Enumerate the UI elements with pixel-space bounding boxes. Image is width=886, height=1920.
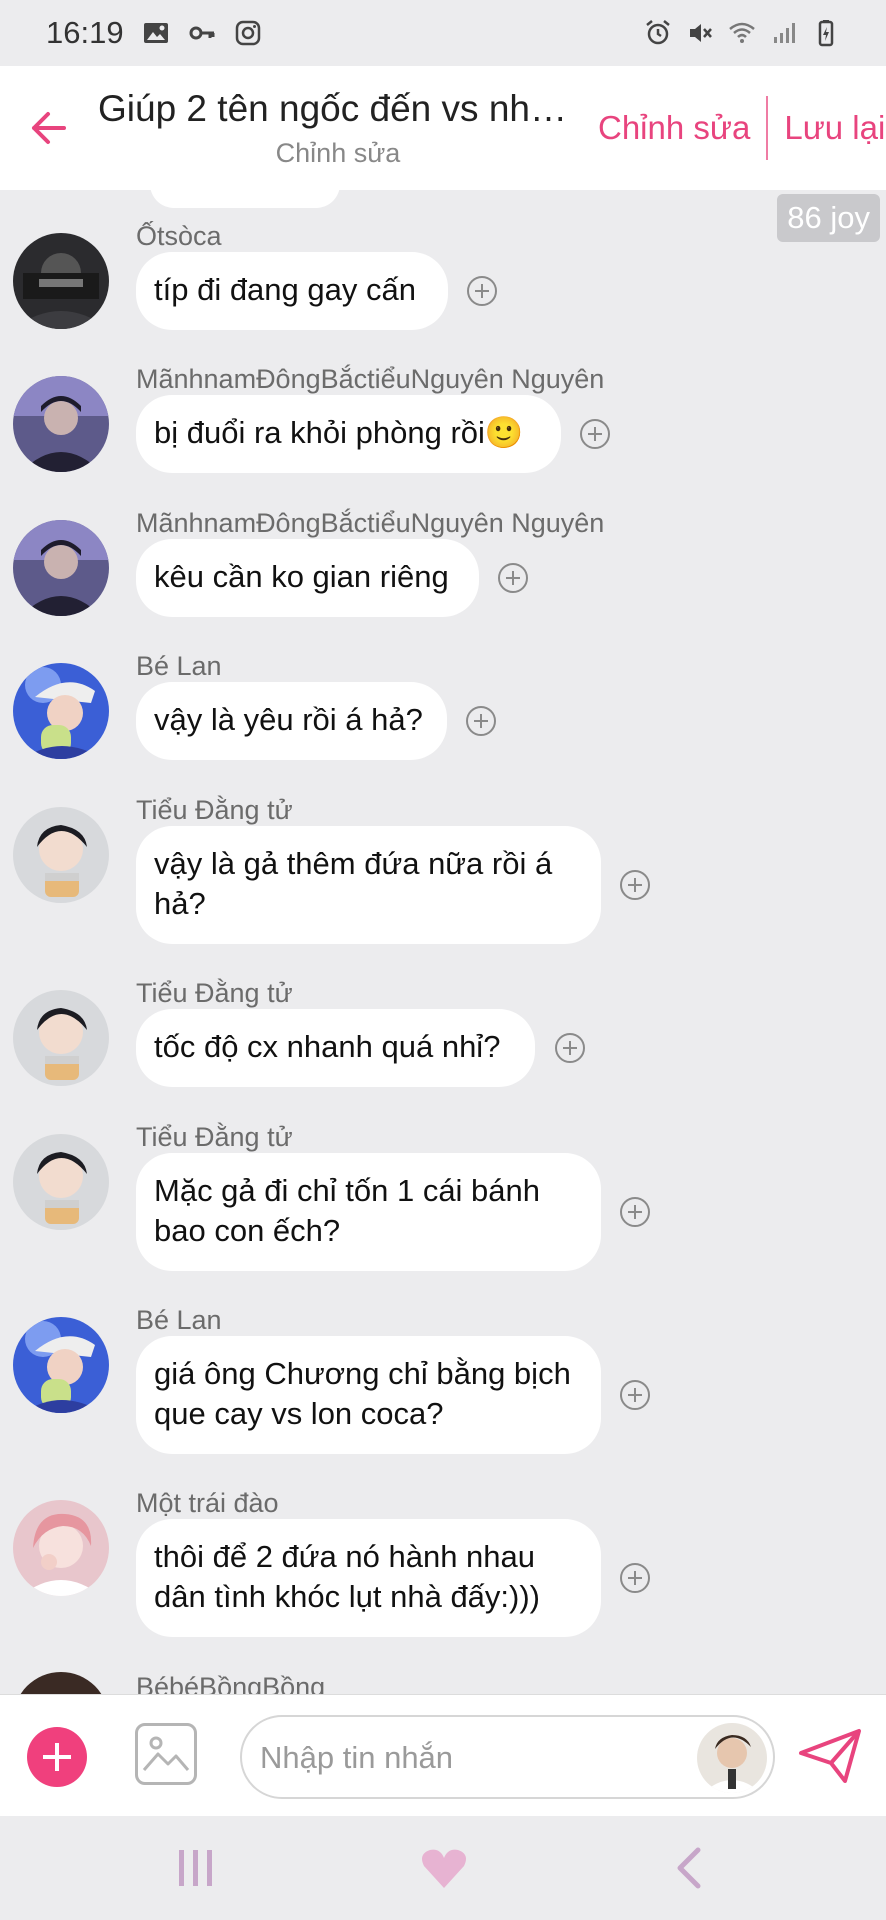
chat-area[interactable]: 86 joy Ốtsòca típ đi đang gay cấn Mãnhna… — [0, 190, 886, 1694]
avatar[interactable] — [13, 1500, 109, 1596]
message-bubble[interactable]: kêu cần ko gian riêng — [136, 539, 479, 617]
heart-home-icon — [422, 1849, 466, 1888]
home-button[interactable] — [420, 1846, 468, 1895]
message-bubble[interactable]: giá ông Chương chỉ bằng bịch que cay vs … — [136, 1336, 601, 1454]
add-reaction-icon[interactable] — [498, 563, 528, 593]
add-reaction-icon[interactable] — [466, 706, 496, 736]
add-reaction-icon[interactable] — [620, 1197, 650, 1227]
sender-name: BébéBồngBồng — [136, 1672, 326, 1694]
message-input-container — [240, 1715, 775, 1799]
avatar[interactable] — [13, 990, 109, 1086]
avatar[interactable] — [13, 1672, 109, 1694]
sender-name: MãnhnamĐôngBắctiểuNguyên Nguyên — [136, 364, 605, 394]
back-icon — [677, 1847, 701, 1889]
sticker-avatar[interactable] — [697, 1723, 767, 1793]
image-picker-button[interactable] — [135, 1723, 197, 1785]
header-divider — [766, 96, 769, 160]
system-nav-bar — [0, 1816, 886, 1920]
avatar[interactable] — [13, 807, 109, 903]
message-bubble[interactable]: thôi để 2 đứa nó hành nhau dân tình khóc… — [136, 1519, 601, 1637]
avatar[interactable] — [13, 376, 109, 472]
battery-icon — [818, 20, 834, 47]
add-attachment-button[interactable] — [27, 1727, 87, 1787]
input-bar — [0, 1694, 886, 1816]
edit-button[interactable]: Chỉnh sửa — [598, 109, 750, 147]
send-button[interactable] — [797, 1725, 865, 1785]
chat-title: Giúp 2 tên ngốc đến vs nha... — [98, 87, 580, 129]
sender-name: Tiểu Đằng tử — [136, 795, 293, 825]
sender-name: Bé Lan — [136, 1305, 222, 1335]
avatar[interactable] — [13, 233, 109, 329]
message-bubble[interactable]: bị đuổi ra khỏi phòng rồi🙂 — [136, 395, 561, 473]
sender-name: Ốtsòca — [136, 221, 222, 251]
avatar[interactable] — [13, 520, 109, 616]
recent-apps-button[interactable] — [176, 1846, 216, 1895]
add-reaction-icon[interactable] — [555, 1033, 585, 1063]
add-reaction-icon[interactable] — [580, 419, 610, 449]
joy-badge: 86 joy — [777, 194, 880, 242]
avatar[interactable] — [13, 1317, 109, 1413]
mute-icon — [690, 24, 712, 42]
add-reaction-icon[interactable] — [620, 870, 650, 900]
add-reaction-icon[interactable] — [467, 276, 497, 306]
previous-message-bubble — [150, 190, 340, 208]
sender-name: Một trái đào — [136, 1488, 279, 1518]
wifi-icon — [729, 22, 755, 43]
sender-name: Tiểu Đằng tử — [136, 978, 293, 1008]
alarm-icon — [646, 20, 670, 45]
back-button[interactable] — [0, 66, 96, 190]
message-bubble[interactable]: tốc độ cx nhanh quá nhỉ? — [136, 1009, 535, 1087]
message-bubble[interactable]: Mặc gả đi chỉ tốn 1 cái bánh bao con ếch… — [136, 1153, 601, 1271]
add-reaction-icon[interactable] — [620, 1380, 650, 1410]
message-bubble[interactable]: típ đi đang gay cấn — [136, 252, 448, 330]
key-icon — [189, 26, 215, 40]
status-time: 16:19 — [46, 15, 124, 50]
sender-name: MãnhnamĐôngBắctiểuNguyên Nguyên — [136, 508, 605, 538]
chat-subtitle: Chỉnh sửa — [275, 137, 401, 168]
message-bubble[interactable]: vậy là yêu rồi á hả? — [136, 682, 447, 760]
sender-name: Bé Lan — [136, 651, 222, 681]
back-arrow-icon — [32, 112, 66, 144]
signal-icon — [774, 23, 795, 43]
system-back-button[interactable] — [672, 1846, 704, 1895]
instagram-icon — [235, 20, 260, 46]
status-bar: 16:19 — [0, 0, 886, 66]
status-right — [644, 19, 840, 47]
status-left: 16:19 — [46, 15, 262, 51]
title-block[interactable]: Giúp 2 tên ngốc đến vs nha... Chỉnh sửa — [96, 88, 580, 169]
avatar[interactable] — [13, 1134, 109, 1230]
message-input[interactable] — [260, 1737, 680, 1779]
recent-apps-icon — [179, 1850, 212, 1886]
chat-header: Giúp 2 tên ngốc đến vs nha... Chỉnh sửa … — [0, 66, 886, 190]
sender-name: Tiểu Đằng tử — [136, 1122, 293, 1152]
save-button[interactable]: Lưu lại — [784, 109, 885, 147]
message-bubble[interactable]: vậy là gả thêm đứa nữa rồi á hả? — [136, 826, 601, 944]
image-icon — [143, 23, 168, 43]
image-icon — [142, 1736, 190, 1771]
avatar[interactable] — [13, 663, 109, 759]
send-icon — [799, 1729, 861, 1783]
add-reaction-icon[interactable] — [620, 1563, 650, 1593]
